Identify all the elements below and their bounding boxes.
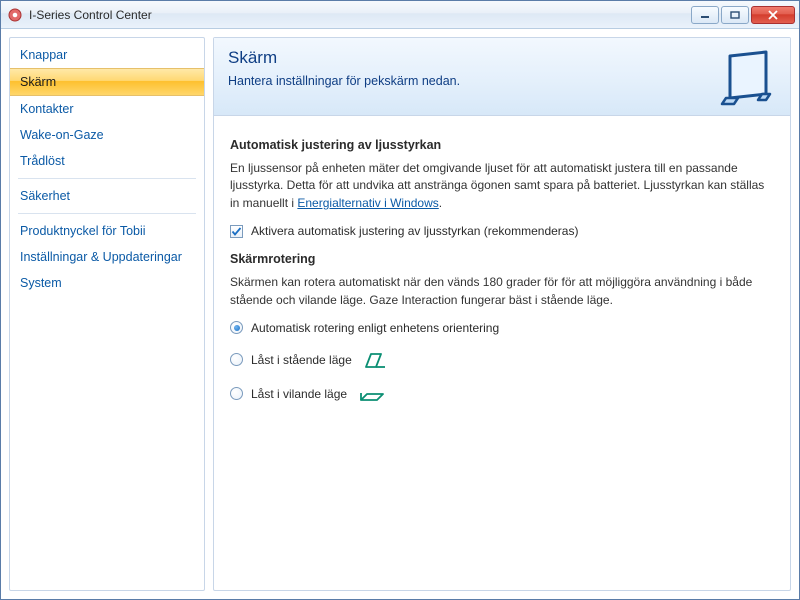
page-title: Skärm — [228, 48, 776, 68]
sidebar: Knappar Skärm Kontakter Wake-on-Gaze Trå… — [9, 37, 205, 591]
rotation-label-landscape: Låst i vilande läge — [251, 387, 347, 401]
sidebar-item-tradlost[interactable]: Trådlöst — [10, 148, 204, 174]
app-icon — [7, 7, 23, 23]
content-body: Automatisk justering av ljusstyrkan En l… — [214, 116, 790, 435]
sidebar-separator — [18, 213, 196, 214]
sidebar-item-produktnyckel[interactable]: Produktnyckel för Tobii — [10, 218, 204, 244]
app-window: I-Series Control Center Knappar Skärm Ko… — [0, 0, 800, 600]
maximize-button[interactable] — [721, 6, 749, 24]
auto-brightness-checkbox-row[interactable]: Aktivera automatisk justering av ljussty… — [230, 224, 774, 238]
energy-options-link[interactable]: Energialternativ i Windows — [297, 196, 438, 210]
rotation-label-auto: Automatisk rotering enligt enhetens orie… — [251, 321, 499, 335]
rotation-radio-landscape[interactable] — [230, 387, 243, 400]
sidebar-item-skarm[interactable]: Skärm — [10, 68, 204, 96]
sidebar-item-knappar[interactable]: Knappar — [10, 42, 204, 68]
rotation-title: Skärmrotering — [230, 252, 774, 266]
portrait-orientation-icon — [364, 351, 390, 369]
brightness-title: Automatisk justering av ljusstyrkan — [230, 138, 774, 152]
close-button[interactable] — [751, 6, 795, 24]
content-header: Skärm Hantera inställningar för pekskärm… — [214, 38, 790, 116]
page-subtitle: Hantera inställningar för pekskärm nedan… — [228, 74, 776, 88]
rotation-option-auto[interactable]: Automatisk rotering enligt enhetens orie… — [230, 321, 774, 335]
rotation-label-portrait: Låst i stående läge — [251, 353, 352, 367]
client-area: Knappar Skärm Kontakter Wake-on-Gaze Trå… — [1, 29, 799, 599]
rotation-text: Skärmen kan rotera automatiskt när den v… — [230, 274, 774, 309]
window-title: I-Series Control Center — [29, 8, 691, 22]
rotation-radio-group: Automatisk rotering enligt enhetens orie… — [230, 321, 774, 403]
titlebar[interactable]: I-Series Control Center — [1, 1, 799, 29]
brightness-text: En ljussensor på enheten mäter det omgiv… — [230, 160, 774, 212]
sidebar-separator — [18, 178, 196, 179]
screen-icon — [716, 46, 778, 111]
auto-brightness-label: Aktivera automatisk justering av ljussty… — [251, 224, 578, 238]
rotation-option-portrait[interactable]: Låst i stående läge — [230, 351, 774, 369]
sidebar-item-kontakter[interactable]: Kontakter — [10, 96, 204, 122]
rotation-option-landscape[interactable]: Låst i vilande läge — [230, 385, 774, 403]
landscape-orientation-icon — [359, 385, 385, 403]
sidebar-item-installningar[interactable]: Inställningar & Uppdateringar — [10, 244, 204, 270]
rotation-radio-portrait[interactable] — [230, 353, 243, 366]
auto-brightness-checkbox[interactable] — [230, 225, 243, 238]
brightness-text-after: . — [439, 196, 442, 210]
sidebar-item-wake-on-gaze[interactable]: Wake-on-Gaze — [10, 122, 204, 148]
content-panel: Skärm Hantera inställningar för pekskärm… — [213, 37, 791, 591]
minimize-button[interactable] — [691, 6, 719, 24]
sidebar-item-sakerhet[interactable]: Säkerhet — [10, 183, 204, 209]
sidebar-item-system[interactable]: System — [10, 270, 204, 296]
rotation-radio-auto[interactable] — [230, 321, 243, 334]
window-controls — [691, 6, 795, 24]
